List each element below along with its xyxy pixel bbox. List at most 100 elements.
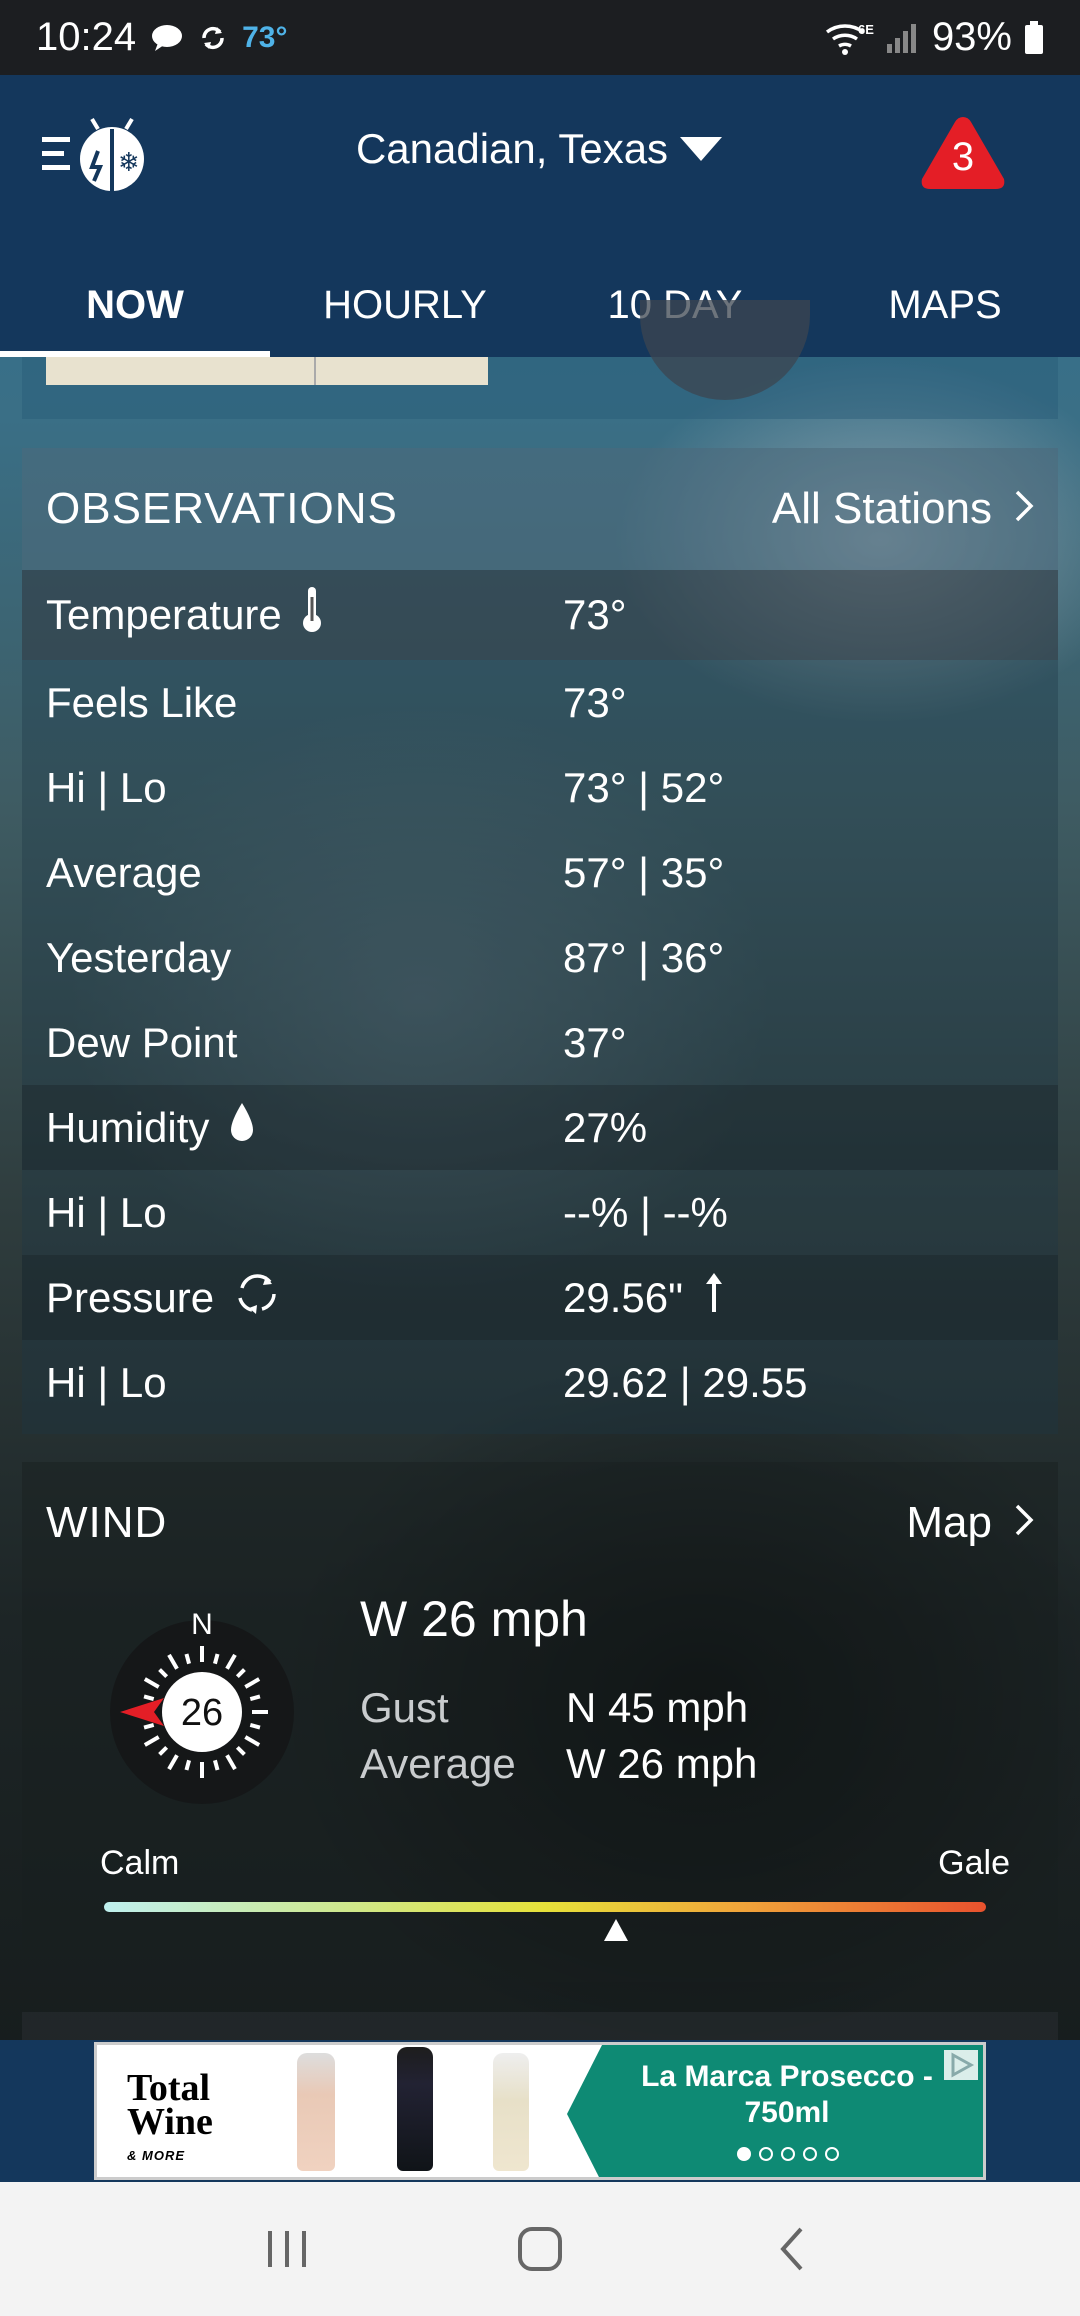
wind-header: WIND Map (22, 1462, 1058, 1584)
obs-value: 87° | 36° (563, 933, 725, 981)
carousel-dot[interactable] (759, 2147, 773, 2161)
wind-map-label: Map (906, 1498, 992, 1547)
tab-now[interactable]: NOW (0, 265, 270, 357)
carousel-dot[interactable] (737, 2147, 751, 2161)
obs-value: 29.62 | 29.55 (563, 1358, 808, 1406)
pressure-cycle-icon (232, 1268, 282, 1328)
wind-details: Gust N 45 mph Average W 26 mph (360, 1680, 757, 1792)
recent-apps-button[interactable] (227, 2209, 347, 2289)
obs-row-yesterday: Yesterday 87° | 36° (22, 915, 1058, 1000)
bottle-image-white (493, 2053, 529, 2171)
chevron-right-icon (1014, 1498, 1034, 1548)
home-button[interactable] (480, 2209, 600, 2289)
obs-row-pressure: Pressure 29.56" (22, 1255, 1058, 1340)
obs-row-humidity-hi-lo: Hi | Lo --% | --% (22, 1170, 1058, 1255)
ad-choices-icon[interactable] (943, 2049, 979, 2081)
ad-brand-line2: Wine (127, 2101, 213, 2143)
carousel-dot[interactable] (781, 2147, 795, 2161)
wind-card: WIND Map N 26 W 26 mph Gust N 45 mph Aver… (22, 1462, 1058, 1982)
wind-scale-marker (603, 1919, 628, 1941)
ad-brand-logo: Total Wine & MORE (127, 2067, 257, 2173)
obs-row-temp-hi-lo: Hi | Lo 73° | 52° (22, 745, 1058, 830)
home-icon (517, 2227, 562, 2271)
wifi-icon: 6E (824, 20, 874, 56)
compass-tick (213, 1759, 220, 1771)
obs-row-dew-point: Dew Point 37° (22, 1000, 1058, 1085)
compass-tick (143, 1694, 155, 1701)
obs-label: Hi | Lo (46, 1188, 167, 1236)
ad-brand-line3: & MORE (127, 2148, 185, 2163)
wind-scale-bar (104, 1902, 986, 1912)
obs-row-temperature: Temperature 73° (22, 570, 1058, 660)
caret-down-icon (678, 125, 724, 173)
compass-speed: 26 (181, 1692, 223, 1734)
obs-value: 57° | 35° (563, 848, 725, 896)
obs-label: Temperature (46, 591, 282, 638)
location-name: Canadian, Texas (355, 125, 669, 172)
observations-header: OBSERVATIONS All Stations (22, 448, 1058, 570)
compass-tick (213, 1653, 220, 1665)
back-icon (780, 2227, 803, 2271)
obs-label: Feels Like (46, 678, 238, 726)
observations-card: OBSERVATIONS All Stations Temperature 73… (22, 448, 1058, 1434)
carousel-dot[interactable] (825, 2147, 839, 2161)
chevron-right-icon (1014, 484, 1034, 534)
gust-value: N 45 mph (566, 1684, 749, 1731)
average-value: W 26 mph (566, 1740, 758, 1787)
obs-value: --% | --% (563, 1188, 728, 1236)
scale-min-label: Calm (100, 1844, 180, 1882)
alert-count: 3 (951, 135, 975, 179)
wind-title: WIND (46, 1498, 168, 1547)
ad-banner[interactable]: Total Wine & MORE La Marca Prosecco - 75… (94, 2042, 986, 2180)
signal-icon (886, 22, 920, 54)
wind-map-link[interactable]: Map (906, 1498, 1034, 1548)
status-time: 10:24 (36, 15, 137, 59)
compass-tick (249, 1723, 261, 1730)
obs-label: Pressure (46, 1273, 215, 1321)
bottle-image-rose (297, 2053, 335, 2171)
all-stations-label: All Stations (771, 484, 992, 533)
carousel-dot[interactable] (803, 2147, 817, 2161)
ad-brand-line1: Total (127, 2067, 211, 2109)
sync-icon (198, 23, 228, 53)
obs-value: 37° (563, 1018, 627, 1066)
compass-tick (184, 1759, 191, 1771)
all-stations-link[interactable]: All Stations (772, 484, 1034, 534)
next-card-top (22, 2012, 1058, 2042)
mini-map[interactable] (46, 357, 488, 385)
compass-tick (184, 1653, 191, 1665)
obs-label: Humidity (46, 1103, 210, 1151)
tab-maps[interactable]: MAPS (810, 265, 1080, 357)
tab-bar: NOW HOURLY 10 DAY MAPS (0, 265, 1080, 357)
obs-value: 73° (563, 678, 627, 726)
compass-tick (143, 1723, 155, 1730)
arrow-up-icon (703, 1272, 725, 1324)
wind-summary: W 26 mph (360, 1591, 588, 1647)
scale-max-label: Gale (938, 1844, 1010, 1882)
obs-row-feels-like: Feels Like 73° (22, 660, 1058, 745)
app-header: ❄ Canadian, Texas 3 NOW HOURLY 10 DAY MA… (0, 75, 1080, 357)
compass-tick (249, 1694, 261, 1701)
compass-north-label: N (191, 1612, 213, 1641)
status-temperature: 73° (242, 20, 288, 54)
battery-icon (1024, 20, 1044, 55)
ad-carousel-dots (737, 2147, 839, 2161)
status-bar: 10:24 73° 6E 93% (0, 0, 1080, 75)
observations-title: OBSERVATIONS (46, 484, 398, 533)
back-button[interactable] (733, 2209, 853, 2289)
obs-label: Yesterday (46, 933, 232, 981)
wind-compass: N 26 (102, 1608, 302, 1812)
obs-value: 29.56" (563, 1273, 684, 1321)
gust-label: Gust (360, 1684, 449, 1731)
alerts-button[interactable]: 3 (918, 113, 1008, 193)
thermometer-icon (300, 585, 324, 645)
obs-label: Dew Point (46, 1018, 238, 1066)
wind-scale-labels: Calm Gale (100, 1844, 1010, 1883)
obs-label: Average (46, 848, 202, 896)
obs-value: 73° (563, 591, 627, 638)
ad-headline: La Marca Prosecco - 750ml (641, 2060, 933, 2129)
obs-row-average: Average 57° | 35° (22, 830, 1058, 915)
obs-label: Hi | Lo (46, 763, 167, 811)
tab-hourly[interactable]: HOURLY (270, 265, 540, 357)
wifi-6e-label: 6E (858, 22, 874, 37)
